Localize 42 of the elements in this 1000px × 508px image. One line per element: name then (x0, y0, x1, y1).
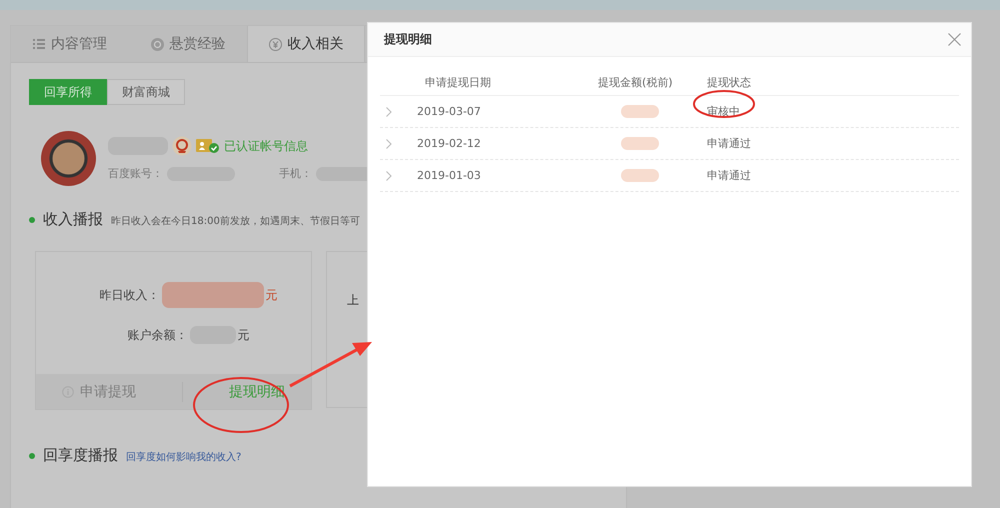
redacted-block (621, 169, 659, 182)
phone-label: 手机： (279, 166, 312, 181)
chevron-right-icon[interactable] (386, 170, 392, 180)
table-cell: 2019-01-03 (417, 169, 481, 182)
income-label: 昨日收入： (100, 286, 160, 304)
account-label: 百度账号： (108, 166, 163, 181)
id-card-icon (196, 138, 220, 154)
section-note: 昨日收入会在今日18:00前发放，如遇周末、节假日等可 (111, 214, 360, 228)
section-title: 回享度播报 (43, 446, 118, 465)
subtab[interactable]: 回享所得 (29, 79, 107, 105)
tab[interactable]: 悬赏经验 (129, 26, 247, 62)
highlight-circle (693, 90, 755, 118)
section-title: 收入播报 (43, 210, 103, 229)
tab[interactable]: 收入相关 (247, 26, 365, 62)
tab[interactable]: 内容管理 (11, 26, 129, 62)
close-icon[interactable] (948, 33, 961, 46)
column-header: 申请提现日期 (425, 74, 491, 90)
table-cell: 2019-02-12 (417, 137, 481, 150)
income-label: 账户余额： (128, 326, 188, 344)
column-header: 提现状态 (707, 74, 751, 90)
table-cell: 2019-03-07 (417, 105, 481, 118)
yen-icon (268, 38, 282, 50)
bullet-dot (29, 216, 35, 222)
medal-icon (172, 136, 192, 156)
chevron-right-icon[interactable] (386, 138, 392, 148)
redacted-block (621, 105, 659, 118)
help-link[interactable]: 回享度如何影响我的收入? (126, 450, 242, 464)
table-cell: 申请通过 (707, 136, 751, 151)
table-cell: 审核中 (707, 104, 740, 119)
list-icon (33, 39, 45, 49)
bullet-dot (29, 452, 35, 458)
column-header: 提现金额(税前) (598, 74, 673, 90)
dialog-title: 提现明细 (384, 31, 432, 48)
currency-unit: 元 (266, 286, 278, 304)
income-label: 上 (347, 292, 360, 309)
currency-unit: 元 (238, 326, 250, 344)
chevron-right-icon[interactable] (386, 106, 392, 116)
coin-icon (150, 38, 164, 50)
subtab[interactable]: 财富商城 (107, 79, 185, 105)
verified-account-link[interactable]: 已认证帐号信息 (224, 138, 308, 154)
table-cell: 申请通过 (707, 168, 751, 183)
redacted-block (621, 137, 659, 150)
